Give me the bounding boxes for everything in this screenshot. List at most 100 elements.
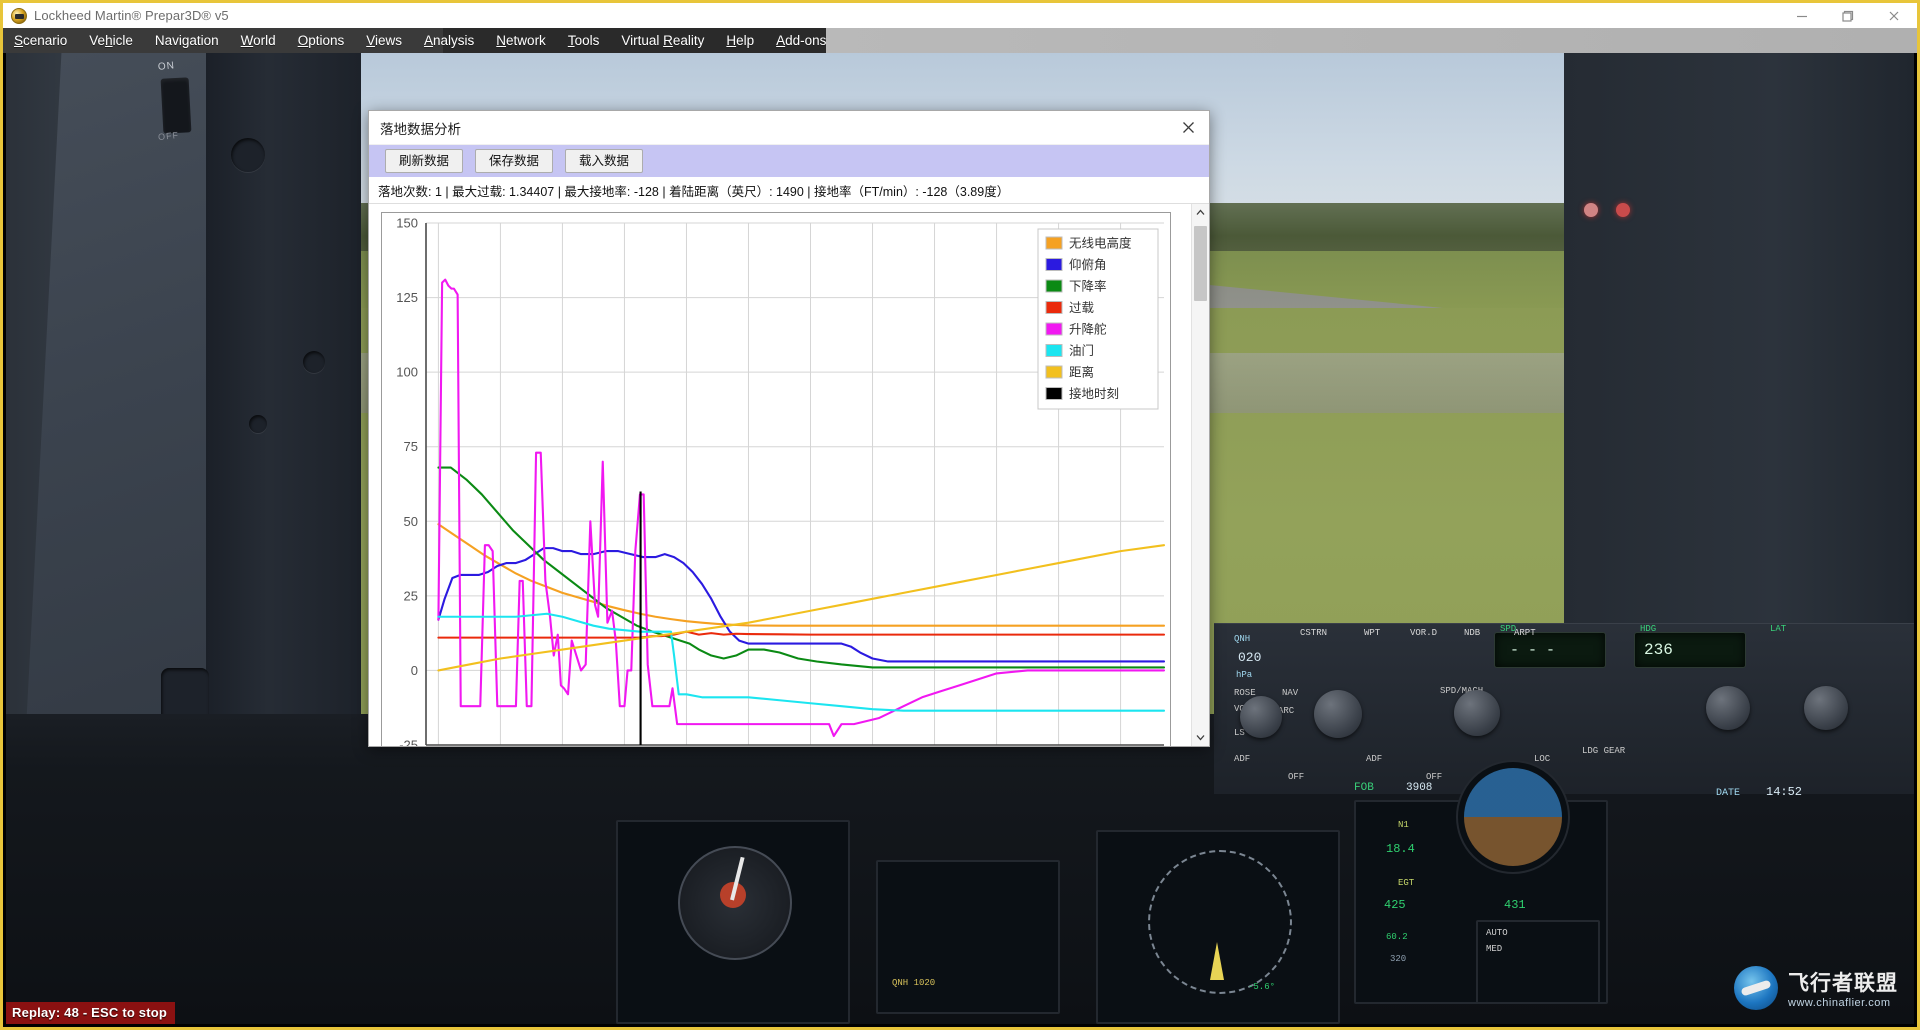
svg-text:距离: 距离 [1069,365,1094,380]
menu-item-navigation[interactable]: Navigation [144,28,230,53]
svg-text:无线电高度: 无线电高度 [1069,236,1132,251]
qnh-label: QNH [1234,634,1250,644]
fob-label: FOB [1354,782,1374,794]
save-data-button[interactable]: 保存数据 [475,149,553,173]
svg-text:25: 25 [404,588,418,603]
efis-knob[interactable] [1240,696,1282,738]
menu-item-views[interactable]: Views [355,28,413,53]
svg-text:75: 75 [404,439,418,454]
hdg-value: 236 [1644,641,1673,659]
auto-brake-panel: AUTO MED [1476,920,1600,1004]
menubar: Scenario Vehicle Navigation World Option… [3,28,1917,53]
egt-left-value: 425 [1384,898,1406,912]
landing-statistics-line: 落地次数: 1 | 最大过载: 1.34407 | 最大接地率: -128 | … [369,177,1209,203]
app-icon [11,8,27,24]
indicator-light [1584,203,1598,217]
menu-item-world[interactable]: World [230,28,287,53]
menu-item-options[interactable]: Options [287,28,356,53]
refresh-data-button[interactable]: 刷新数据 [385,149,463,173]
menu-item-add-ons[interactable]: Add-ons [765,28,837,53]
dialog-title: 落地数据分析 [380,118,461,138]
n1-left-value: 18.4 [1386,842,1415,856]
svg-text:下降率: 下降率 [1069,279,1107,294]
dialog-toolbar: 刷新数据 保存数据 载入数据 [369,145,1209,177]
off-label2: OFF [1426,772,1442,782]
off-label: OFF [1288,772,1304,782]
menu-item-help[interactable]: Help [715,28,765,53]
loc-label: LOC [1534,754,1550,764]
mode-wpt: WPT [1364,628,1380,638]
spd-value: - - - [1510,642,1555,659]
window-title: Lockheed Martin® Prepar3D® v5 [34,8,229,23]
alt-knob[interactable] [1804,686,1848,730]
svg-text:仰俯角: 仰俯角 [1069,257,1107,272]
svg-text:升降舵: 升降舵 [1069,322,1107,337]
svg-text:125: 125 [396,290,418,305]
hdg-knob[interactable] [1706,686,1750,730]
qnh-readout: QNH 1020 [892,978,935,988]
fob-value: 3908 [1406,782,1432,794]
qnh-unit: hPa [1236,670,1252,680]
nav-display: -5.6° [1096,830,1340,1024]
auto-label: AUTO [1486,928,1508,938]
egt-right-value: 431 [1504,898,1526,912]
standby-attitude [1456,760,1570,874]
mode-ndb: NDB [1464,628,1480,638]
cockpit-lower-panel: SPD - - - HDG 236 LAT QNH 020 hPa CSTRN … [6,714,1914,1024]
titlebar: Lockheed Martin® Prepar3D® v5 [3,3,1917,28]
svg-text:接地时刻: 接地时刻 [1069,386,1119,401]
vs-value: -5.6° [1248,982,1275,992]
svg-text:油门: 油门 [1069,343,1094,358]
close-icon[interactable] [1871,3,1917,28]
nav-knob[interactable] [1314,690,1362,738]
svg-text:150: 150 [396,216,418,231]
menu-item-scenario[interactable]: Scenario [3,28,78,53]
egt-label: EGT [1398,878,1414,888]
watermark-line2: www.chinaflier.com [1788,997,1898,1009]
replay-status-banner: Replay: 48 - ESC to stop [6,1002,175,1024]
load-data-button[interactable]: 载入数据 [565,149,643,173]
alt-value: 020 [1238,650,1261,665]
menu-item-tools[interactable]: Tools [557,28,611,53]
n2-left: 60.2 [1386,932,1408,942]
ff-left: 320 [1390,954,1406,964]
pillar-hole [249,415,267,433]
adf-label2: ADF [1366,754,1382,764]
pillar-hole [231,138,265,172]
landing-data-chart: -2502550751001251500246810121416182022无线… [382,213,1170,746]
chart-plot-frame: -2502550751001251500246810121416182022无线… [381,212,1171,746]
menu-item-analysis[interactable]: Analysis [413,28,485,53]
standby-horizon [1464,768,1562,866]
switch-on-label: ON [157,60,175,73]
maximize-icon[interactable] [1825,3,1871,28]
chevron-up-icon[interactable] [1192,204,1209,221]
chart-container: -2502550751001251500246810121416182022无线… [369,204,1191,746]
lat-label: LAT [1770,624,1786,634]
hdg-label: HDG [1640,624,1656,634]
landing-analysis-dialog[interactable]: 落地数据分析 刷新数据 保存数据 载入数据 落地次数: 1 | 最大过载: 1.… [368,110,1210,747]
menu-item-vehicle[interactable]: Vehicle [78,28,144,53]
ldg-gear-label: LDG GEAR [1582,746,1625,756]
spd-knob[interactable] [1454,690,1500,736]
date-label: DATE [1716,788,1740,799]
menu-item-network[interactable]: Network [485,28,557,53]
minimize-icon[interactable] [1779,3,1825,28]
pillar-hole [303,351,325,373]
watermark-line1: 飞行者联盟 [1788,967,1898,997]
mode-cstrn: CSTRN [1300,628,1327,638]
mode-control-panel[interactable]: SPD - - - HDG 236 LAT QNH 020 hPa CSTRN … [1214,623,1914,794]
chevron-down-icon[interactable] [1192,729,1209,746]
app-window: Lockheed Martin® Prepar3D® v5 Scenario V… [0,0,1920,1030]
close-icon[interactable] [1167,111,1209,144]
window-controls [1779,3,1917,28]
nav-label: NAV [1282,688,1298,698]
indicator-light [1616,203,1630,217]
cockpit-switch[interactable] [161,77,192,133]
scrollbar-thumb[interactable] [1194,226,1207,301]
adf-label: ADF [1234,754,1250,764]
dialog-scrollbar[interactable] [1191,204,1209,746]
menu-item-virtual-reality[interactable]: Virtual Reality [610,28,715,53]
med-label: MED [1486,944,1502,954]
svg-text:0: 0 [411,663,418,678]
chinaflier-logo-icon [1734,966,1778,1010]
